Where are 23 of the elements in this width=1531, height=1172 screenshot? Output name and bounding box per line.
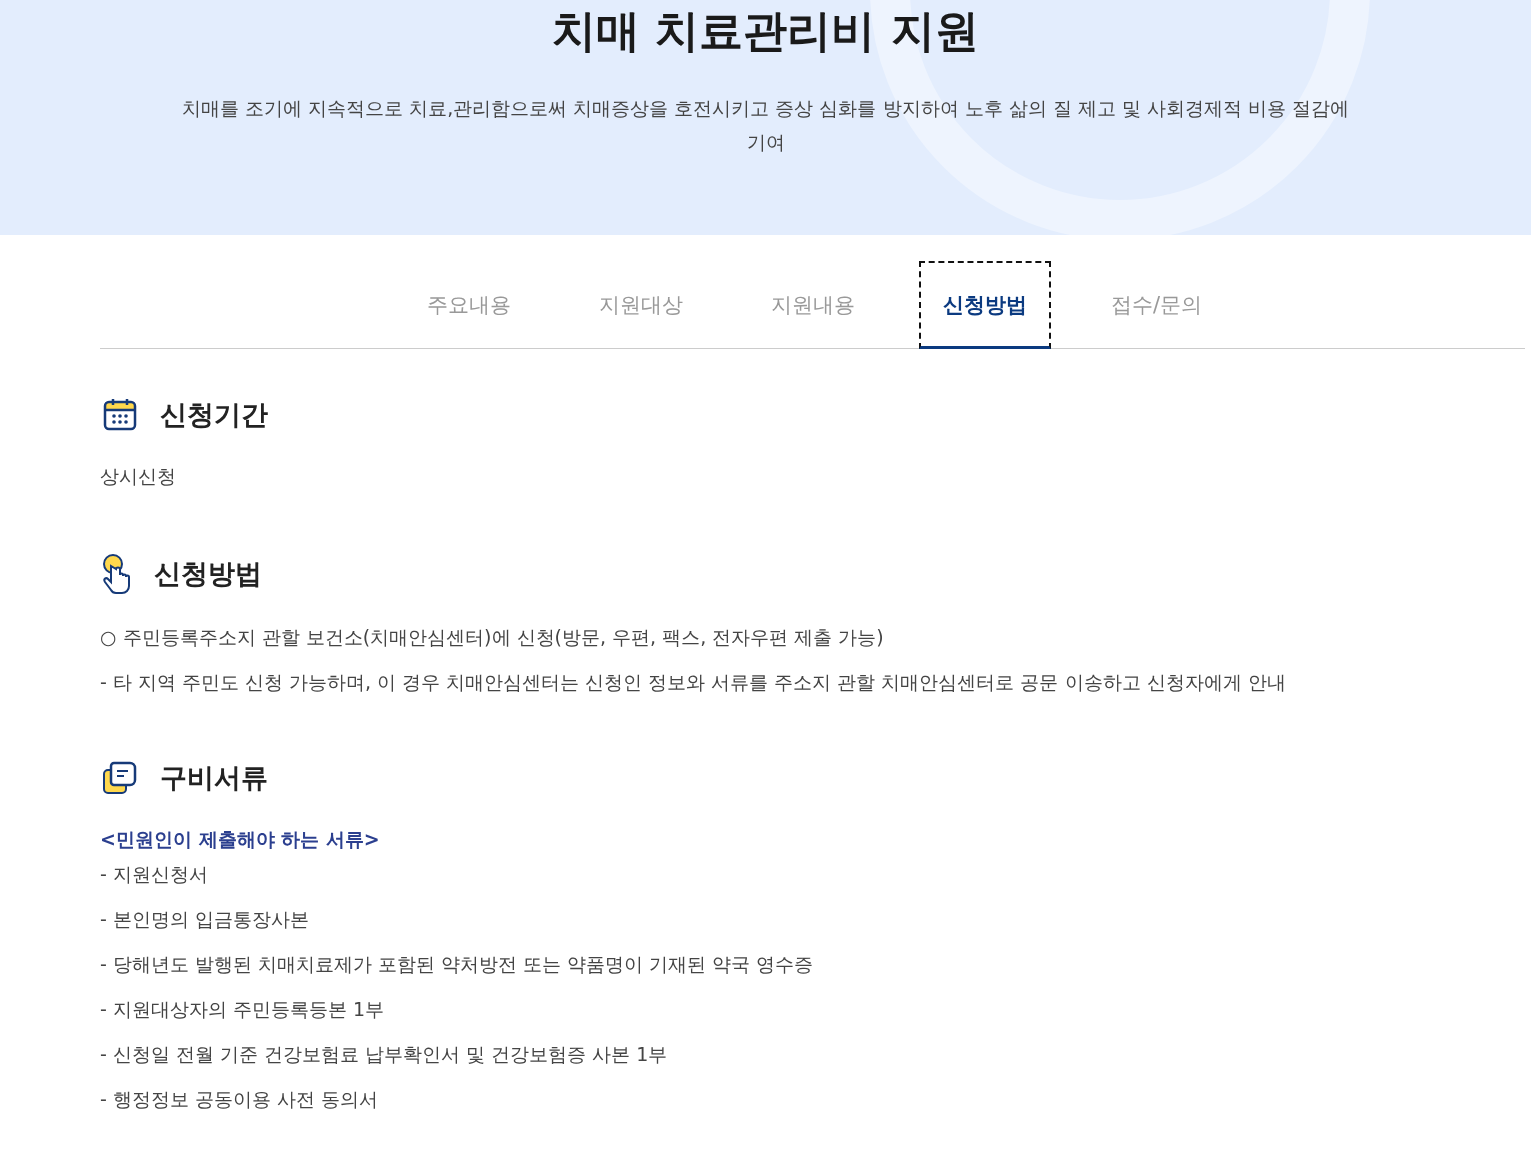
tab[interactable]: 지원대상 (574, 261, 707, 349)
documents-icon (102, 760, 138, 796)
calendar-icon (102, 397, 138, 433)
tab[interactable]: 접수/문의 (1090, 261, 1223, 349)
pointing-hand-icon (102, 554, 132, 594)
section-text: - 신청일 전월 기준 건강보험료 납부확인서 및 건강보험증 사본 1부 (100, 1042, 669, 1067)
section-text: - 지원신청서 (100, 862, 209, 887)
page-title: 치매 치료관리비 지원 (552, 4, 979, 58)
section-text: ○ 주민등록주소지 관할 보건소(치매안심센터)에 신청(방문, 우편, 팩스, 전자우편 제출 가능) (100, 625, 885, 650)
tab[interactable]: 지원내용 (746, 261, 879, 349)
section-title: 구비서류 (160, 761, 268, 795)
section-title: 신청방법 (154, 557, 262, 591)
section-text: 상시신청 (100, 464, 177, 489)
section-text: - 지원대상자의 주민등록등본 1부 (100, 997, 386, 1022)
section-subheading: <민원인이 제출해야 하는 서류> (100, 827, 381, 852)
tab[interactable]: 주요내용 (402, 261, 535, 349)
section-text: - 본인명의 입금통장사본 (100, 907, 310, 932)
section-text: - 당해년도 발행된 치매치료제가 포함된 약처방전 또는 약품명이 기재된 약국 영수증 (100, 952, 815, 977)
section-text: - 행정정보 공동이용 사전 동의서 (100, 1087, 379, 1112)
section-text: - 타 지역 주민도 신청 가능하며, 이 경우 치매안심센터는 신청인 정보와 서류를 주소지 관할 치매안심센터로 공문 이송하고 신청자에게 안내 (100, 670, 1287, 695)
page-description: 치매를 조기에 지속적으로 치료,관리함으로써 치매증상을 호전시키고 증상 심화를 방지하여 노후 삶의 질 제고 및 사회경제적 비용 절감에 기여 (181, 96, 1350, 155)
tab[interactable]: 신청방법 (918, 261, 1051, 349)
section-title: 신청기간 (160, 398, 268, 432)
